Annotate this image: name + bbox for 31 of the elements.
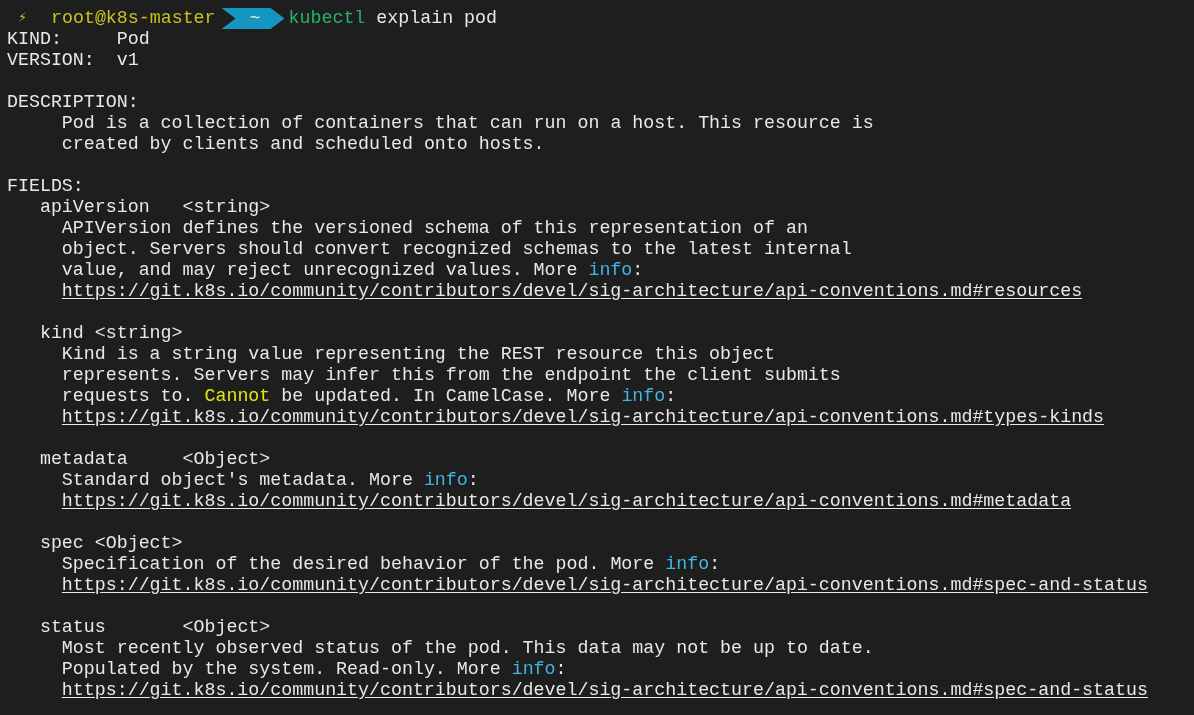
command-name: kubectl [288,8,366,29]
lightning-icon: ⚡ [18,8,40,29]
prompt-user: root@k8s-master [51,8,216,29]
output-line: requests to. Cannot be updated. In CamelCase. More info: [60,386,677,407]
output-line: metadata <Object> [38,449,271,470]
url-link[interactable]: https://git.k8s.io/community/contributors/devel/sig-architecture/api-conventions.md#types-kinds [61,407,1105,428]
output-line: Pod is a collection of containers that can run on a host. This resource is [60,113,874,134]
output-line: Most recently observed status of the pod. This data may not be up to date. [60,638,874,659]
output-line: VERSION: v1 [7,50,139,71]
output-line: kind <string> [38,323,183,344]
output-line: KIND: Pod [7,29,150,50]
url-link[interactable]: https://git.k8s.io/community/contributors/devel/sig-architecture/api-conventions.md#metadata [61,491,1072,512]
command-arguments: explain pod [375,8,497,29]
url-link[interactable]: https://git.k8s.io/community/contributors/devel/sig-architecture/api-conventions.md#spec-and-status [61,680,1148,701]
output-line: FIELDS: [7,176,84,197]
output-line: DESCRIPTION: [7,92,139,113]
output-line: Kind is a string value representing the REST resource this object [60,344,775,365]
output-line: Specification of the desired behavior of the pod. More info: [60,554,721,575]
output-line: Populated by the system. Read-only. More info: [60,659,567,680]
output-line: APIVersion defines the versioned schema of this representation of an [60,218,808,239]
output-line: Standard object's metadata. More info: [60,470,479,491]
output-line: created by clients and scheduled onto hosts. [60,134,545,155]
output-line: status <Object> [38,617,271,638]
output-line: apiVersion <string> [38,197,271,218]
output-line: object. Servers should convert recognized schemas to the latest internal [60,239,852,260]
url-link[interactable]: https://git.k8s.io/community/contributors/devel/sig-architecture/api-conventions.md#resources [61,281,1083,302]
output-line: represents. Servers may infer this from the endpoint the client submits [60,365,841,386]
output-line: value, and may reject unrecognized values. More info: [60,260,644,281]
prompt-directory: ~ [221,8,285,29]
output-line: spec <Object> [38,533,183,554]
url-link[interactable]: https://git.k8s.io/community/contributors/devel/sig-architecture/api-conventions.md#spec-and-status [61,575,1148,596]
